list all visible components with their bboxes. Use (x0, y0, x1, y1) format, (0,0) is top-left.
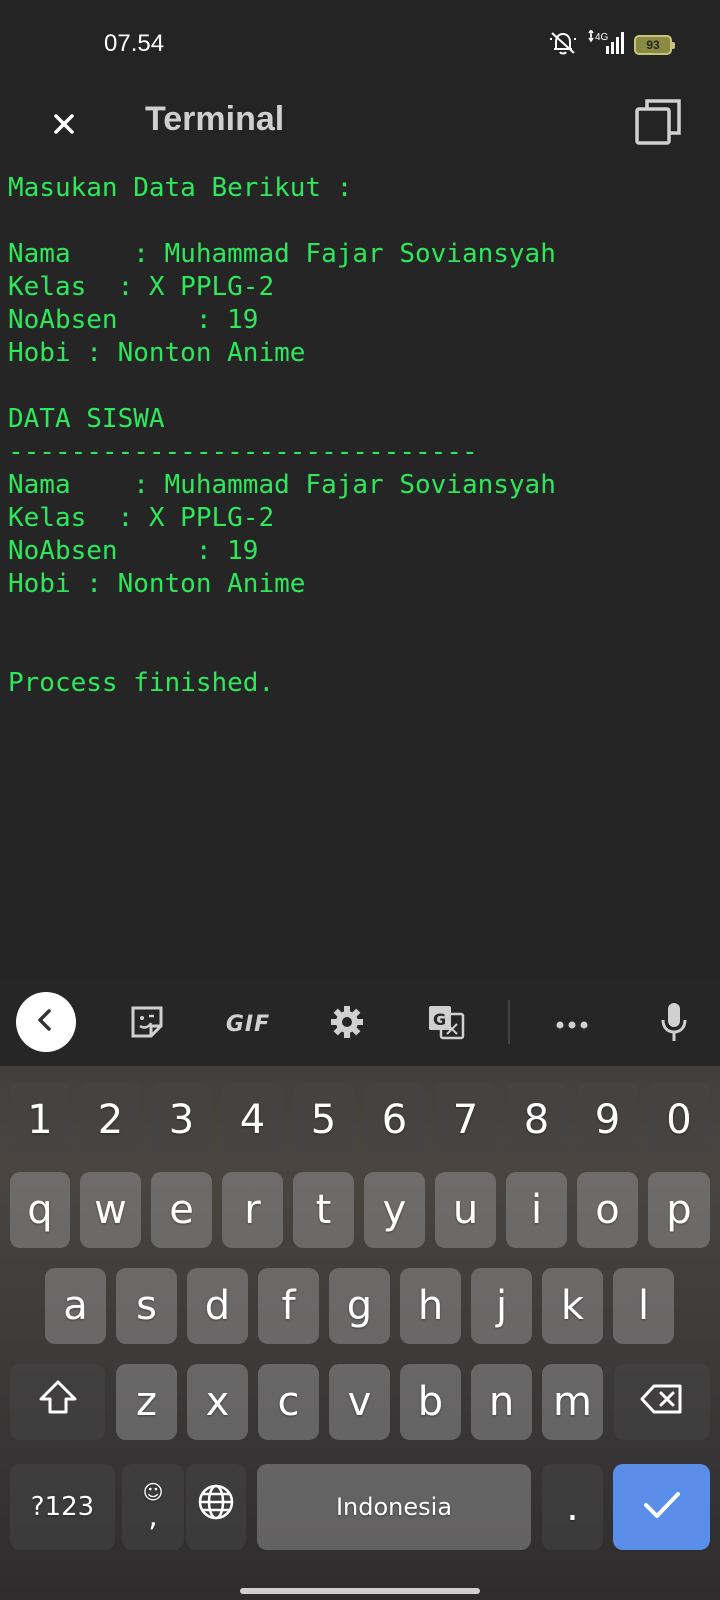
terminal-line: Hobi : Nonton Anime (8, 338, 306, 368)
comma-label: , (148, 1499, 158, 1534)
gesture-handle[interactable] (240, 1588, 480, 1594)
terminal-line: NoAbsen : 19 (8, 305, 259, 335)
key-y[interactable]: y (364, 1172, 425, 1248)
key-v[interactable]: v (329, 1364, 390, 1440)
translate-icon: G (427, 1004, 467, 1044)
terminal-output[interactable]: Masukan Data Berikut : Nama : Muhammad F… (0, 168, 720, 978)
language-key[interactable] (186, 1464, 246, 1550)
terminal-line: Masukan Data Berikut : (8, 173, 353, 203)
key-f[interactable]: f (258, 1268, 319, 1344)
more-button[interactable] (548, 1000, 596, 1048)
terminal-line: Nama : Muhammad Fajar Soviansyah (8, 470, 556, 500)
enter-key[interactable] (613, 1464, 710, 1550)
gif-icon: GIF (225, 1011, 271, 1037)
key-d[interactable]: d (187, 1268, 248, 1344)
key-8[interactable]: 8 (506, 1082, 567, 1158)
key-9[interactable]: 9 (577, 1082, 638, 1158)
key-z[interactable]: z (116, 1364, 177, 1440)
terminal-line: NoAbsen : 19 (8, 536, 259, 566)
key-7[interactable]: 7 (435, 1082, 496, 1158)
key-k[interactable]: k (542, 1268, 603, 1344)
sticker-button[interactable] (123, 1000, 171, 1048)
key-r[interactable]: r (222, 1172, 283, 1248)
keyboard-toolbar: GIF G (0, 978, 720, 1066)
terminal-line: Kelas : X PPLG-2 (8, 503, 275, 533)
key-m[interactable]: m (542, 1364, 603, 1440)
backspace-key[interactable] (614, 1364, 710, 1440)
key-i[interactable]: i (506, 1172, 567, 1248)
key-1[interactable]: 1 (10, 1082, 70, 1158)
back-icon (33, 1007, 59, 1037)
voice-input-button[interactable] (650, 1000, 698, 1048)
key-0[interactable]: 0 (648, 1082, 710, 1158)
key-c[interactable]: c (258, 1364, 319, 1440)
terminal-line: Hobi : Nonton Anime (8, 569, 306, 599)
terminal-line: Kelas : X PPLG-2 (8, 272, 275, 302)
battery-indicator: 93 (634, 35, 675, 55)
key-q[interactable]: q (10, 1172, 70, 1248)
battery-level: 93 (646, 38, 660, 52)
check-icon (642, 1484, 682, 1530)
comma-key[interactable]: ☺ , (122, 1464, 184, 1550)
svg-text:G: G (433, 1010, 446, 1029)
key-4[interactable]: 4 (222, 1082, 283, 1158)
key-e[interactable]: e (151, 1172, 212, 1248)
gif-button[interactable]: GIF (222, 1000, 274, 1048)
key-w[interactable]: w (80, 1172, 141, 1248)
key-u[interactable]: u (435, 1172, 496, 1248)
key-3[interactable]: 3 (151, 1082, 212, 1158)
close-icon (51, 111, 77, 141)
key-x[interactable]: x (187, 1364, 248, 1440)
key-a[interactable]: a (45, 1268, 106, 1344)
sticker-icon (129, 1004, 165, 1044)
key-o[interactable]: o (577, 1172, 638, 1248)
mic-icon (658, 1001, 690, 1047)
terminal-line: DATA SISWA (8, 404, 165, 434)
key-n[interactable]: n (471, 1364, 532, 1440)
key-j[interactable]: j (471, 1268, 532, 1344)
key-2[interactable]: 2 (80, 1082, 141, 1158)
key-5[interactable]: 5 (293, 1082, 354, 1158)
translate-button[interactable]: G (423, 1000, 471, 1048)
key-h[interactable]: h (400, 1268, 461, 1344)
backspace-icon (640, 1379, 684, 1425)
shift-key[interactable] (10, 1364, 105, 1440)
key-b[interactable]: b (400, 1364, 461, 1440)
settings-button[interactable] (323, 1000, 371, 1048)
close-button[interactable] (40, 102, 88, 150)
key-l[interactable]: l (613, 1268, 674, 1344)
terminal-line: Nama : Muhammad Fajar Soviansyah (8, 239, 556, 269)
key-s[interactable]: s (116, 1268, 177, 1344)
status-time: 07.54 (104, 30, 165, 57)
globe-icon (197, 1483, 235, 1531)
terminal-line: ------------------------------ (8, 437, 478, 467)
copy-icon (633, 97, 683, 151)
signal-icon: 4G (586, 28, 626, 60)
app-bar: Terminal (0, 88, 720, 168)
symbols-key[interactable]: ?123 (10, 1464, 115, 1550)
key-6[interactable]: 6 (364, 1082, 425, 1158)
mute-bell-icon (548, 30, 578, 60)
more-icon (554, 1015, 590, 1034)
status-icons: 4G 93 (548, 28, 675, 60)
copy-button[interactable] (630, 96, 686, 152)
toolbar-back-button[interactable] (16, 992, 76, 1052)
keyboard: GIF G 1 2 3 4 5 6 7 8 9 0 q w e r t y u … (0, 978, 720, 1600)
period-key[interactable]: . (542, 1464, 603, 1550)
key-t[interactable]: t (293, 1172, 354, 1248)
key-p[interactable]: p (648, 1172, 710, 1248)
terminal-line: Process finished. (8, 668, 275, 698)
shift-icon (38, 1379, 78, 1425)
page-title: Terminal (145, 100, 285, 138)
toolbar-divider (508, 1000, 510, 1044)
status-bar: 07.54 4G 93 (0, 0, 720, 88)
settings-icon (329, 1004, 365, 1044)
network-type: 4G (595, 32, 609, 43)
space-key[interactable]: Indonesia (257, 1464, 531, 1550)
key-g[interactable]: g (329, 1268, 390, 1344)
